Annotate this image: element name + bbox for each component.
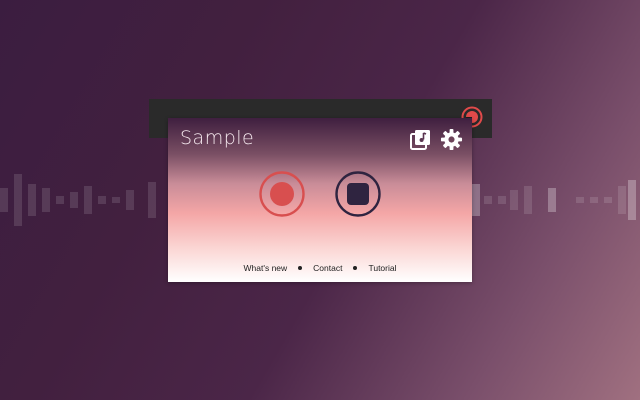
- stop-button[interactable]: [335, 171, 381, 217]
- record-icon: [270, 182, 294, 206]
- footer-links: What's new Contact Tutorial: [168, 262, 472, 274]
- popup-title: Sample: [180, 127, 255, 149]
- music-library-icon[interactable]: [409, 129, 431, 151]
- gear-icon[interactable]: [440, 128, 463, 151]
- extension-popup: Sample What's new Contact Tutorial: [168, 118, 472, 282]
- contact-link[interactable]: Contact: [313, 263, 342, 273]
- tutorial-link[interactable]: Tutorial: [368, 263, 396, 273]
- record-button[interactable]: [259, 171, 305, 217]
- separator-dot: [298, 266, 303, 270]
- whats-new-link[interactable]: What's new: [244, 263, 288, 273]
- separator-dot: [353, 266, 358, 270]
- stop-icon: [347, 183, 369, 205]
